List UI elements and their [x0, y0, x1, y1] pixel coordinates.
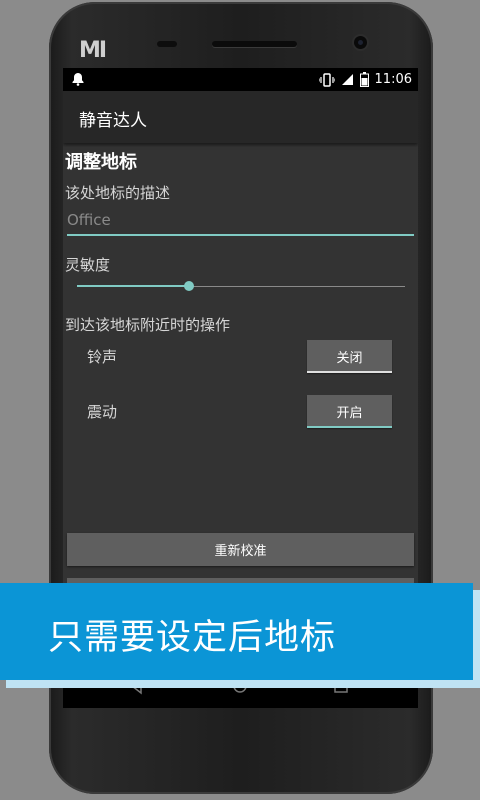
slider-thumb[interactable]	[183, 281, 194, 291]
earpiece-speaker	[212, 41, 297, 47]
battery-icon	[359, 72, 369, 87]
signal-icon	[341, 74, 353, 85]
vibration-label: 震动	[87, 403, 118, 421]
ringtone-label: 铃声	[87, 348, 118, 366]
sensitivity-label: 灵敏度	[65, 256, 111, 274]
vibrate-icon	[318, 72, 335, 87]
toggle-off-indicator	[307, 371, 392, 373]
promo-banner: 只需要设定后地标	[0, 583, 473, 680]
page-title: 调整地标	[65, 152, 137, 173]
vibration-toggle-label: 开启	[336, 406, 363, 421]
description-label: 该处地标的描述	[65, 184, 171, 202]
banner-text: 只需要设定后地标	[48, 618, 337, 658]
front-camera	[354, 36, 367, 49]
toggle-on-indicator	[307, 426, 392, 428]
arrival-action-label: 到达该地标附近时的操作	[65, 316, 231, 334]
mi-logo: MI	[79, 38, 107, 63]
vibration-toggle-button[interactable]: 开启	[307, 395, 392, 428]
slider-fill	[77, 285, 189, 287]
status-time: 11:06	[374, 72, 412, 87]
recalibrate-button[interactable]: 重新校准	[67, 533, 414, 566]
proximity-sensor	[157, 41, 177, 47]
app-title: 静音达人	[79, 111, 147, 131]
status-bar: 11:06	[63, 68, 418, 91]
status-icons: 11:06	[318, 68, 412, 91]
description-input[interactable]	[67, 206, 414, 236]
notification-bell-icon	[72, 73, 84, 86]
ringtone-toggle-button[interactable]: 关闭	[307, 340, 392, 373]
action-bar: 静音达人	[63, 91, 418, 143]
ringtone-toggle-label: 关闭	[336, 351, 363, 366]
sensitivity-slider[interactable]	[77, 280, 405, 294]
